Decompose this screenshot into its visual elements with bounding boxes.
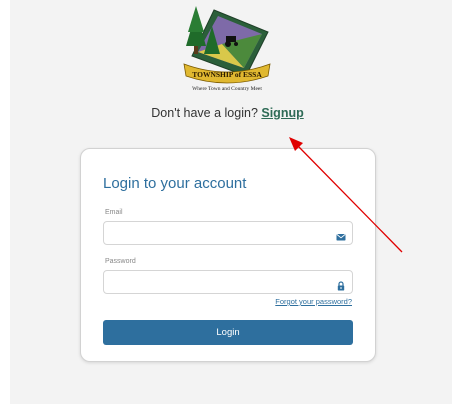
signup-prompt: Don't have a login? Signup xyxy=(0,106,452,120)
login-card-title: Login to your account xyxy=(103,175,247,192)
signup-prompt-text: Don't have a login? xyxy=(151,106,262,120)
signup-link[interactable]: Signup xyxy=(261,106,303,120)
email-field-wrapper xyxy=(103,221,353,245)
logo-tagline: Where Town and Country Meet xyxy=(192,86,262,92)
login-card: Login to your account Email Password For… xyxy=(80,148,376,362)
email-field[interactable] xyxy=(104,222,324,244)
password-field[interactable] xyxy=(104,271,324,293)
password-label: Password xyxy=(105,258,136,265)
email-label: Email xyxy=(105,209,123,216)
envelope-icon xyxy=(336,229,346,241)
password-field-wrapper xyxy=(103,270,353,294)
forgot-password-link[interactable]: Forgot your password? xyxy=(275,297,352,306)
lock-icon xyxy=(336,278,346,291)
login-button[interactable]: Login xyxy=(103,320,353,345)
township-logo: TOWNSHIP of ESSA xyxy=(182,6,272,94)
logo-wordmark: TOWNSHIP of ESSA xyxy=(192,70,262,79)
